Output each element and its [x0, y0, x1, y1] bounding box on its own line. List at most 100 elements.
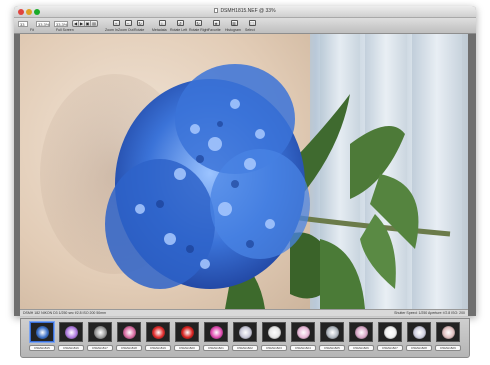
thumbnail-image: [407, 322, 431, 342]
thumbnail-image: [59, 322, 83, 342]
hydrangea-photo: [105, 64, 451, 309]
view-segmented-control[interactable]: ◀ ▶ ▣ ▤: [72, 20, 98, 27]
toolbar-label-metadata: Metadata: [152, 28, 167, 32]
status-right: Shutter Speed: 1/250 Aperture: f/2.8 ISO…: [394, 311, 465, 315]
thumbnail-flower: [239, 326, 252, 339]
thumbnail-image: [262, 322, 286, 342]
thumbnail-label: DSMH1816: [58, 345, 84, 351]
size-field-2[interactable]: 33.3%: [54, 21, 68, 27]
zoom-out-button[interactable]: −: [122, 20, 134, 27]
thumbnail-flower: [326, 326, 339, 339]
filmstrip-thumbnail[interactable]: DSMH1818: [116, 322, 142, 356]
filmstrip-thumbnail[interactable]: DSMH1827: [377, 322, 403, 356]
thumbnail-label: DSMH1826: [348, 345, 374, 351]
segment-list[interactable]: ▤: [91, 21, 97, 26]
thumbnail-image: [320, 322, 344, 342]
thumbnail-image: [146, 322, 170, 342]
rotate-right-button[interactable]: ↻: [192, 20, 204, 27]
thumbnail-flower: [181, 326, 194, 339]
thumbnail-image: [378, 322, 402, 342]
thumbnail-flower: [152, 326, 165, 339]
thumbnail-image: [349, 322, 373, 342]
thumbnail-flower: [268, 326, 281, 339]
viewer-window: DSMH1815.NEF @ 33% 33 33.3% 33.3% ◀ ▶ ▣ …: [14, 6, 476, 316]
toolbar-label-zoom-out: Zoom Out: [118, 28, 134, 32]
filmstrip-thumbnail[interactable]: DSMH1829: [435, 322, 461, 356]
thumbnail-image: [233, 322, 257, 342]
toolbar-label-rotate-right: Rotate Right: [189, 28, 209, 32]
title-bar[interactable]: DSMH1815.NEF @ 33%: [14, 6, 476, 18]
histogram-icon: ▥: [230, 20, 238, 26]
toolbar-label-histogram: Histogram: [225, 28, 241, 32]
rotate-button[interactable]: ↻: [134, 20, 146, 27]
thumbnail-label: DSMH1829: [435, 345, 461, 351]
thumbnail-flower: [384, 326, 397, 339]
thumbnail-label: DSMH1821: [203, 345, 229, 351]
thumbnail-image: [291, 322, 315, 342]
thumbnail-label: DSMH1815: [29, 345, 55, 351]
star-icon: ★: [212, 20, 220, 26]
thumbnail-label: DSMH1827: [377, 345, 403, 351]
thumbnail-label: DSMH1828: [406, 345, 432, 351]
zoom-in-icon: +: [112, 20, 120, 26]
metadata-button[interactable]: i: [156, 20, 168, 27]
filmstrip-thumbnail[interactable]: DSMH1819: [145, 322, 171, 356]
thumbnail-label: DSMH1824: [290, 345, 316, 351]
window-title-text: DSMH1815.NEF @ 33%: [220, 8, 276, 14]
filmstrip-thumbnail[interactable]: DSMH1820: [174, 322, 200, 356]
zoom-field[interactable]: 33: [18, 21, 28, 27]
document-icon: [214, 8, 219, 13]
thumbnail-image: [30, 322, 54, 342]
thumbnail-label: DSMH1820: [174, 345, 200, 351]
filmstrip-thumbnail[interactable]: DSMH1815: [29, 322, 55, 356]
rotate-left-icon: ↺: [176, 20, 184, 26]
info-icon: i: [158, 20, 166, 26]
filmstrip-thumbnail[interactable]: DSMH1821: [203, 322, 229, 356]
status-left: DSMH 182 NIKON D3 1/250 sec f/2.8 ISO 20…: [23, 311, 107, 315]
thumbnail-label: DSMH1823: [261, 345, 287, 351]
zoom-in-button[interactable]: +: [110, 20, 122, 27]
thumbnail-flower: [413, 326, 426, 339]
filmstrip-thumbnail[interactable]: DSMH1824: [290, 322, 316, 356]
toolbar-label-favorite: Favorite: [208, 28, 221, 32]
thumbnail-image: [204, 322, 228, 342]
thumbnail-flower: [94, 326, 107, 339]
thumbnail-image: [88, 322, 112, 342]
rotate-icon: ↻: [136, 20, 144, 26]
filmstrip-thumbnail[interactable]: DSMH1826: [348, 322, 374, 356]
thumbnail-image: [436, 322, 460, 342]
size-field[interactable]: 33.3%: [36, 21, 50, 27]
rotate-left-button[interactable]: ↺: [174, 20, 186, 27]
rotate-right-icon: ↻: [194, 20, 202, 26]
filmstrip-thumbnail[interactable]: DSMH1817: [87, 322, 113, 356]
image-viewer[interactable]: [20, 34, 468, 309]
filmstrip-thumbnail[interactable]: DSMH1822: [232, 322, 258, 356]
toolbar-label-rotate-left: Rotate Left: [170, 28, 188, 32]
thumbnail-label: DSMH1819: [145, 345, 171, 351]
thumbnail-label: DSMH1817: [87, 345, 113, 351]
toolbar-label-zoom-in: Zoom In: [105, 28, 118, 32]
thumbnail-flower: [355, 326, 368, 339]
filmstrip-thumbnail[interactable]: DSMH1816: [58, 322, 84, 356]
histogram-button[interactable]: ▥: [228, 20, 240, 27]
thumbnail-image: [117, 322, 141, 342]
toolbar-label-fullscreen: Full Screen: [56, 28, 74, 32]
thumbnail-flower: [297, 326, 310, 339]
thumbnail-flower: [36, 326, 49, 339]
select-button[interactable]: ⬚: [246, 20, 258, 27]
filmstrip-thumbnail[interactable]: DSMH1825: [319, 322, 345, 356]
filmstrip: DSMH1815 DSMH1816 DSMH1817 DSMH1818 DSMH1819…: [20, 318, 470, 358]
select-icon: ⬚: [248, 20, 256, 26]
thumbnail-label: DSMH1825: [319, 345, 345, 351]
thumbnail-image: [175, 322, 199, 342]
zoom-out-icon: −: [124, 20, 132, 26]
favorite-button[interactable]: ★: [210, 20, 222, 27]
thumbnail-label: DSMH1822: [232, 345, 258, 351]
toolbar-label-rotate: Rotate: [134, 28, 145, 32]
toolbar-label-select: Select: [245, 28, 255, 32]
filmstrip-thumbnail[interactable]: DSMH1823: [261, 322, 287, 356]
status-bar: DSMH 182 NIKON D3 1/250 sec f/2.8 ISO 20…: [20, 309, 468, 316]
thumbnail-flower: [210, 326, 223, 339]
filmstrip-thumbnail[interactable]: DSMH1828: [406, 322, 432, 356]
thumbnail-flower: [123, 326, 136, 339]
